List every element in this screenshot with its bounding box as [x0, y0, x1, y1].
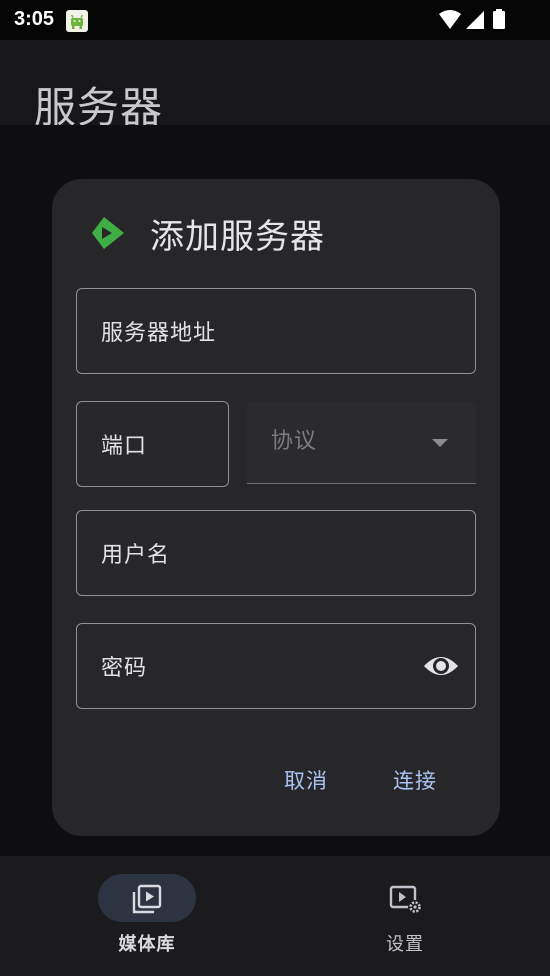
- password-visibility-icon[interactable]: [423, 651, 459, 681]
- server-address-field[interactable]: 服务器地址: [76, 288, 476, 374]
- nav-label-media-library: 媒体库: [118, 934, 176, 955]
- wifi-icon: [439, 10, 461, 29]
- android-notification-icon: [66, 10, 88, 32]
- status-bar: 3:05: [0, 0, 550, 40]
- username-field[interactable]: 用户名: [76, 510, 476, 596]
- password-field[interactable]: 密码: [76, 623, 476, 709]
- media-library-icon: [131, 883, 163, 915]
- dropdown-arrow-icon: [432, 439, 448, 447]
- username-label: 用户名: [101, 543, 171, 568]
- nav-item-media-library[interactable]: 媒体库: [77, 874, 217, 974]
- port-label: 端口: [101, 434, 148, 459]
- cancel-button[interactable]: 取消: [284, 765, 328, 795]
- server-address-label: 服务器地址: [101, 321, 217, 346]
- play-logo-icon: [88, 213, 128, 253]
- add-server-dialog: 添加服务器 服务器地址 端口 协议 用户名 密码 取消 连接: [52, 179, 500, 836]
- cellular-signal-icon: [466, 11, 484, 29]
- status-icons: [438, 9, 510, 31]
- port-field[interactable]: 端口: [76, 401, 229, 487]
- top-app-bar: 服务器: [0, 40, 550, 132]
- bottom-navigation: 媒体库 设置: [0, 856, 550, 976]
- dialog-header: 添加服务器: [88, 211, 325, 257]
- connect-button[interactable]: 连接: [393, 765, 437, 795]
- app-screen: 3:05 服务器 添加服务器 服务器地址 端口 协议 用户名 密码 取消 连接 …: [0, 0, 550, 976]
- settings-icon: [389, 883, 422, 915]
- status-time: 3:05: [14, 8, 55, 30]
- nav-label-settings: 设置: [386, 934, 424, 955]
- nav-item-settings[interactable]: 设置: [335, 874, 475, 974]
- dialog-title: 添加服务器: [150, 216, 325, 257]
- protocol-label: 协议: [271, 429, 318, 454]
- dialog-actions: 取消 连接: [52, 759, 500, 799]
- protocol-dropdown[interactable]: 协议: [247, 401, 476, 484]
- password-label: 密码: [101, 656, 148, 681]
- battery-icon: [493, 9, 505, 29]
